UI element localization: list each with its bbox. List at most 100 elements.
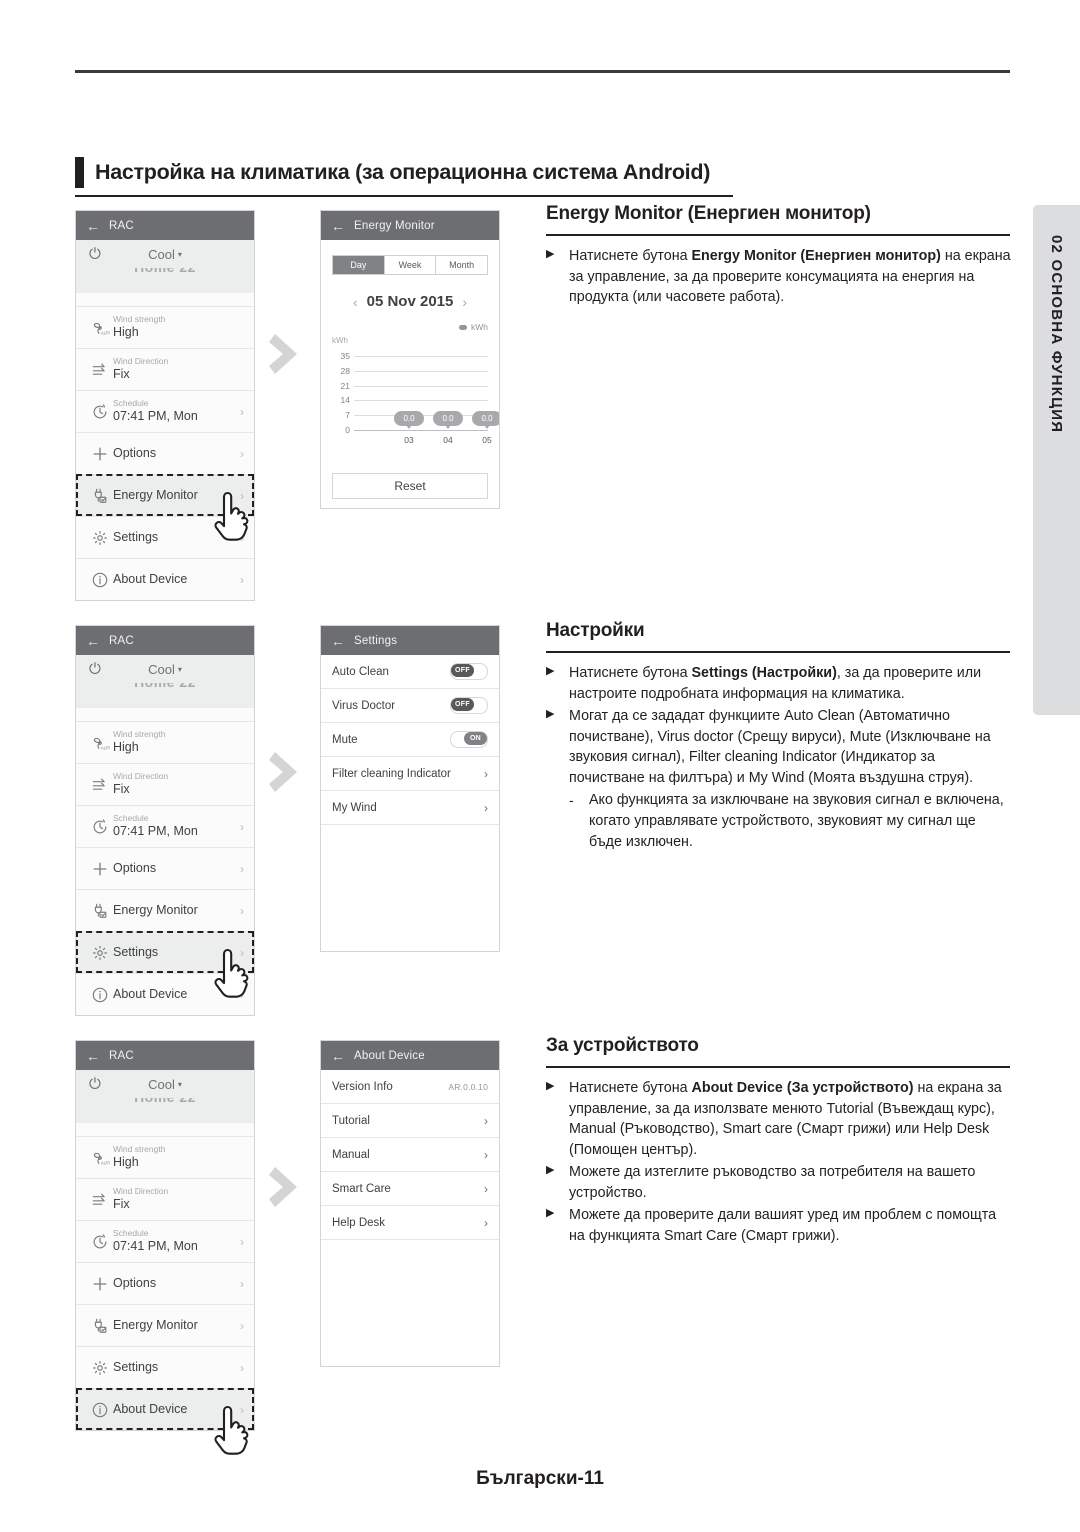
rac-row-label: About Device	[113, 571, 188, 586]
rac-row-settings[interactable]: Settings ›	[76, 1346, 254, 1388]
section-rule-3	[546, 1066, 1010, 1068]
rac-control-screen-1: ← RAC ⏻ Cool▾ Home 22 AUTO Wind strength…	[75, 210, 255, 601]
bar-value-label-03: 0.0	[394, 411, 424, 429]
chevron-right-icon: ›	[240, 1234, 244, 1249]
date-navigator: ‹ 05 Nov 2015 ›	[332, 293, 488, 310]
rac-row-text: Schedule 07:41 PM, Mon	[113, 399, 254, 423]
back-arrow-icon[interactable]: ←	[86, 634, 100, 648]
rac-row-energy-monitor[interactable]: Energy Monitor ›	[76, 1304, 254, 1346]
rac-row-energy-monitor[interactable]: Energy Monitor ›	[76, 889, 254, 931]
rac-row-label: 07:41 PM, Mon	[113, 409, 198, 424]
title-accent-bar	[75, 157, 84, 188]
period-segmented-control[interactable]: Day Week Month	[332, 255, 488, 275]
page-title: Настройка на климатика (за операционна с…	[75, 157, 710, 188]
bullet-text: Натиснете бутона Settings (Настройки), з…	[569, 665, 982, 702]
toggle-mute[interactable]: ON	[450, 731, 488, 748]
mode-selector[interactable]: Cool ▾	[76, 662, 254, 677]
rac-row-fix[interactable]: Wind Direction Fix	[76, 763, 254, 805]
list-row-value: AR.0.0.10	[448, 1081, 488, 1092]
app-bar-title: Energy Monitor	[354, 219, 435, 232]
rac-row-07-41-pm-mon[interactable]: Schedule 07:41 PM, Mon ›	[76, 390, 254, 432]
triangle-bullet-icon: ▶	[546, 708, 555, 721]
bullet-text: Натиснете бутона Energy Monitor (Енергие…	[569, 248, 1011, 306]
rac-row-07-41-pm-mon[interactable]: Schedule 07:41 PM, Mon ›	[76, 805, 254, 847]
rac-row-label: About Device	[113, 986, 188, 1001]
rac-row-text: Settings	[113, 945, 254, 959]
bullet-item: ▶ Можете да изтеглите ръководство за пот…	[546, 1162, 1011, 1203]
gear-icon	[87, 1358, 113, 1378]
info-icon	[87, 570, 113, 590]
bullet-item: ▶ Можете да проверите дали вашият уред и…	[546, 1205, 1011, 1246]
reset-button[interactable]: Reset	[332, 473, 488, 499]
info-icon	[87, 1400, 113, 1420]
home-temperature-label: Home 22	[76, 268, 254, 275]
toggle-virus-doctor[interactable]: OFF	[450, 697, 488, 714]
rac-row-text: Wind strength High	[113, 730, 254, 754]
list-spacer	[76, 1123, 254, 1136]
title-underline	[75, 195, 733, 197]
rac-row-text: About Device	[113, 986, 254, 1001]
rac-row-energy-monitor[interactable]: Energy Monitor ›	[76, 474, 254, 516]
fan-icon: AUTO	[87, 1148, 113, 1168]
rac-row-text: Wind strength High	[113, 315, 254, 339]
back-arrow-icon[interactable]: ←	[331, 1049, 345, 1063]
list-row-virus-doctor[interactable]: Virus Doctor OFF	[321, 689, 499, 723]
gridline-35	[354, 356, 488, 357]
prev-date-icon[interactable]: ‹	[353, 294, 358, 310]
section-body-energy-monitor: ▶ Натиснете бутона Energy Monitor (Енерг…	[546, 246, 1011, 310]
rac-row-fix[interactable]: Wind Direction Fix	[76, 348, 254, 390]
chapter-side-tab: 02 ОСНОВНА ФУНКЦИЯ	[1033, 205, 1080, 715]
plus-icon	[87, 1274, 113, 1294]
rac-row-about-device[interactable]: About Device ›	[76, 973, 254, 1015]
rac-row-label: Energy Monitor	[113, 902, 198, 917]
list-row-my-wind[interactable]: My Wind ›	[321, 791, 499, 825]
list-row-label: Help Desk	[332, 1216, 386, 1229]
temperature-scroll-region: Home 22	[76, 1098, 254, 1123]
dash-bullet-icon: -	[569, 792, 574, 809]
period-tab-day[interactable]: Day	[333, 256, 385, 274]
list-row-manual[interactable]: Manual ›	[321, 1138, 499, 1172]
chevron-right-icon: ›	[240, 1318, 244, 1333]
next-date-icon[interactable]: ›	[462, 294, 467, 310]
rac-row-high[interactable]: AUTO Wind strengthHigh	[76, 1136, 254, 1178]
manual-page: 02 ОСНОВНА ФУНКЦИЯ Настройка на климатик…	[0, 0, 1080, 1532]
power-icon[interactable]: ⏻	[89, 247, 101, 262]
rac-row-about-device[interactable]: About Device ›	[76, 1388, 254, 1430]
mode-selector[interactable]: Cool ▾	[76, 1077, 254, 1092]
rac-row-options[interactable]: Options ›	[76, 847, 254, 889]
chevron-right-icon: ›	[484, 800, 488, 815]
list-row-smart-care[interactable]: Smart Care ›	[321, 1172, 499, 1206]
section-body-settings: ▶ Натиснете бутона Settings (Настройки),…	[546, 663, 1011, 854]
section-title-energy-monitor: Energy Monitor (Енергиен монитор)	[546, 203, 871, 224]
rac-row-settings[interactable]: Settings ›	[76, 931, 254, 973]
back-arrow-icon[interactable]: ←	[331, 219, 345, 233]
chevron-right-icon: ›	[240, 903, 244, 918]
rac-row-07-41-pm-mon[interactable]: Schedule 07:41 PM, Mon ›	[76, 1220, 254, 1262]
x-axis-tick-03: 03	[404, 435, 414, 445]
list-row-help-desk[interactable]: Help Desk ›	[321, 1206, 499, 1240]
energy-bar-chart: 35 28 21 14 7 0 0.0 03 0.0 04 0.0 05	[332, 346, 499, 452]
rac-row-about-device[interactable]: About Device ›	[76, 558, 254, 600]
rac-row-options[interactable]: Options ›	[76, 1262, 254, 1304]
list-row-version-info[interactable]: Version Info AR.0.0.10	[321, 1070, 499, 1104]
y-axis-tick-28: 28	[340, 365, 350, 376]
rac-row-fix[interactable]: Wind Direction Fix	[76, 1178, 254, 1220]
list-row-auto-clean[interactable]: Auto Clean OFF	[321, 655, 499, 689]
rac-row-options[interactable]: Options ›	[76, 432, 254, 474]
list-row-filter-cleaning-indicator[interactable]: Filter cleaning Indicator ›	[321, 757, 499, 791]
power-icon[interactable]: ⏻	[89, 662, 101, 677]
power-icon[interactable]: ⏻	[89, 1077, 101, 1092]
rac-row-high[interactable]: AUTO Wind strengthHigh	[76, 306, 254, 348]
mode-selector[interactable]: Cool ▾	[76, 247, 254, 262]
period-tab-week[interactable]: Week	[385, 256, 437, 274]
toggle-state-label: OFF	[451, 698, 474, 711]
back-arrow-icon[interactable]: ←	[86, 1049, 100, 1063]
back-arrow-icon[interactable]: ←	[86, 219, 100, 233]
rac-row-high[interactable]: AUTO Wind strengthHigh	[76, 721, 254, 763]
period-tab-month[interactable]: Month	[436, 256, 487, 274]
rac-row-settings[interactable]: Settings ›	[76, 516, 254, 558]
back-arrow-icon[interactable]: ←	[331, 634, 345, 648]
list-row-tutorial[interactable]: Tutorial ›	[321, 1104, 499, 1138]
toggle-auto-clean[interactable]: OFF	[450, 663, 488, 680]
list-row-mute[interactable]: Mute ON	[321, 723, 499, 757]
